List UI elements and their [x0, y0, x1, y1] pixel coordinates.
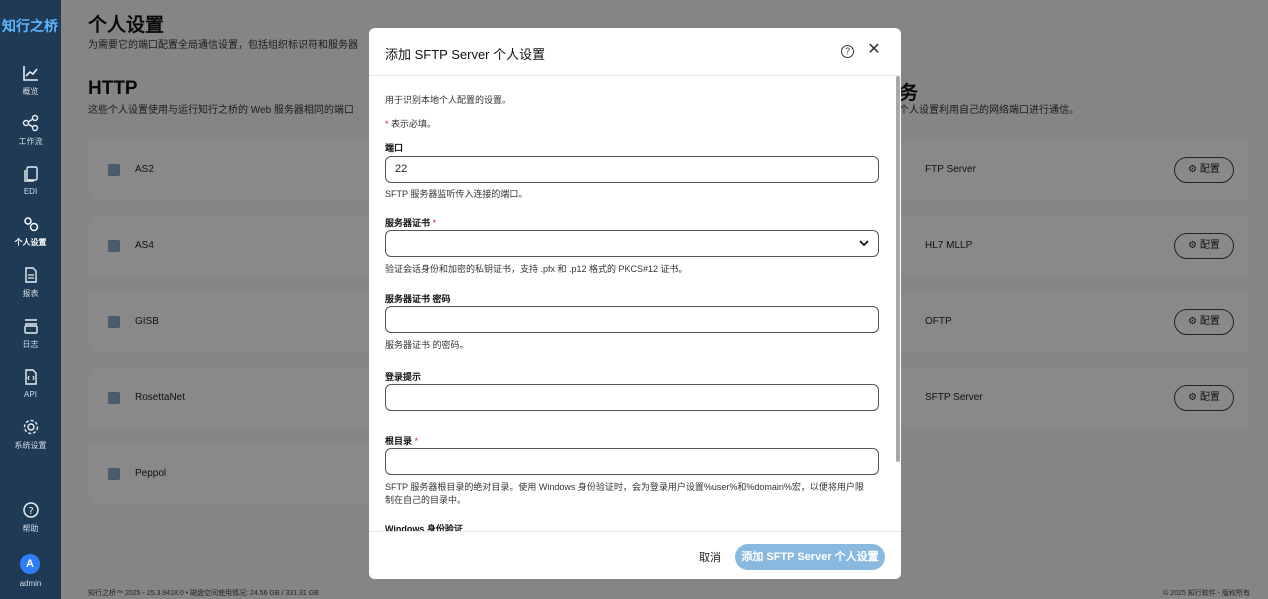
cert-password-label: 服务器证书 密码 [385, 294, 451, 304]
api-icon [24, 369, 37, 385]
login-prompt-input[interactable] [385, 384, 879, 411]
nav-label: 工作流 [18, 137, 43, 146]
nav-item-workflow[interactable]: 工作流 [0, 114, 61, 147]
dialog-header: 添加 SFTP Server 个人设置 ? ✕ [369, 28, 901, 76]
nav-label: 帮助 [22, 524, 39, 533]
port-help: SFTP 服务器监听传入连接的端口。 [385, 189, 528, 199]
help-icon[interactable]: ? [841, 45, 854, 58]
cert-help: 验证会话身份和加密的私钥证书，支持 .pfx 和 .p12 格式的 PKCS#1… [385, 264, 688, 274]
documents-icon [23, 166, 38, 182]
cert-password-input[interactable] [385, 306, 879, 333]
nav-label: 报表 [22, 289, 39, 298]
chart-line-icon [22, 66, 38, 81]
sidebar: 知行之桥 概览 工作流 EDI 个人设置 报表 日志 API 系统设置 ? 帮助… [0, 0, 61, 599]
gears-icon [23, 217, 38, 232]
nav-item-profile[interactable]: 个人设置 [0, 215, 61, 248]
cert-password-help: 服务器证书 的密码。 [385, 340, 469, 350]
nav-label: 个人设置 [14, 238, 47, 247]
nav-label: 系统设置 [14, 441, 47, 450]
svg-text:?: ? [28, 506, 33, 517]
root-dir-input[interactable] [385, 448, 879, 475]
workflow-icon [22, 114, 38, 132]
settings-gear-icon [23, 419, 38, 435]
username: admin [19, 579, 42, 588]
dialog-footer: 取消 添加 SFTP Server 个人设置 [369, 531, 901, 579]
port-label: 端口 [385, 143, 404, 153]
root-dir-help-line1: SFTP 服务器根目录的绝对目录。使用 Windows 身份验证时，会为登录用户… [385, 482, 864, 492]
dialog-body: 用于识别本地个人配置的设置。 * 表示必填。 端口 22 SFTP 服务器监听传… [369, 76, 901, 531]
nav-label: API [24, 390, 37, 399]
nav-item-edi[interactable]: EDI [0, 165, 61, 196]
log-icon [23, 319, 38, 334]
nav-item-overview[interactable]: 概览 [0, 64, 61, 97]
add-profile-dialog: 添加 SFTP Server 个人设置 ? ✕ 用于识别本地个人配置的设置。 *… [369, 28, 901, 579]
brand-logo: 知行之桥 [2, 18, 58, 34]
required-note: * 表示必填。 [385, 119, 437, 129]
nav-label: EDI [23, 187, 38, 196]
chevron-down-icon [859, 240, 869, 247]
windows-auth-label: Windows 身份验证 [385, 524, 463, 531]
port-input[interactable]: 22 [385, 156, 879, 183]
intro-text: 用于识别本地个人配置的设置。 [385, 95, 512, 105]
nav-label: 日志 [22, 340, 39, 349]
dialog-title: 添加 SFTP Server 个人设置 [385, 47, 546, 62]
nav-item-logs[interactable]: 日志 [0, 317, 61, 350]
close-icon[interactable]: ✕ [866, 42, 882, 58]
nav-label: 概览 [22, 87, 39, 96]
avatar[interactable]: A [20, 554, 40, 574]
cancel-button[interactable]: 取消 [699, 549, 721, 565]
cert-label: 服务器证书 * [385, 218, 437, 228]
root-dir-label: 根目录 * [385, 436, 419, 446]
dialog-scrollbar[interactable] [896, 76, 900, 462]
help-circle-icon: ? [22, 502, 39, 518]
nav-item-api[interactable]: API [0, 368, 61, 399]
cert-select[interactable] [385, 230, 879, 257]
nav-item-system-settings[interactable]: 系统设置 [0, 418, 61, 451]
login-prompt-label: 登录提示 [385, 372, 422, 382]
root-dir-help-line2: 制在自己的目录中。 [385, 495, 467, 505]
report-icon [24, 267, 37, 283]
nav-item-help[interactable]: ? 帮助 [0, 501, 61, 534]
nav-item-reports[interactable]: 报表 [0, 266, 61, 299]
add-profile-button[interactable]: 添加 SFTP Server 个人设置 [735, 544, 885, 570]
